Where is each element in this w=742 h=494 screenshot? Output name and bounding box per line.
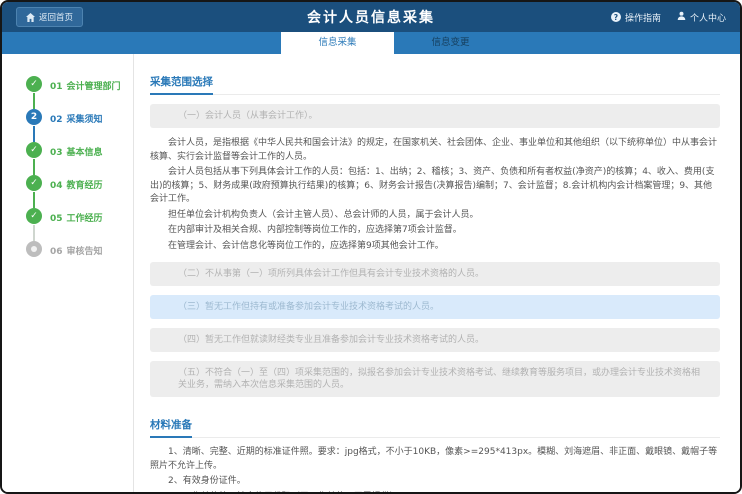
materials-section: 材料准备 1、清晰、完整、近期的标准证件照。要求：jpg格式，不小于10KB，像… bbox=[150, 413, 720, 492]
step-number: 02 bbox=[50, 115, 63, 125]
scope-paragraph: 担任单位会计机构负责人（会计主管人员）、总会计师的人员，属于会计人员。 bbox=[150, 209, 720, 223]
user-icon bbox=[677, 11, 686, 23]
scope-paragraph: 会计人员包括从事下列具体会计工作的人员：包括：1、出纳；2、稽核；3、资产、负债… bbox=[150, 166, 720, 207]
step-label: 审核告知 bbox=[67, 247, 103, 257]
scope-section-title: 采集范围选择 bbox=[150, 74, 213, 95]
main-panel: 采集范围选择 （一）会计人员（从事会计工作）。 会计人员，是指根据《中华人民共和… bbox=[134, 54, 740, 492]
section-divider bbox=[150, 94, 720, 95]
scope-option-4[interactable]: （四）暂无工作但就读财经类专业且准备参加会计专业技术资格考试的人员。 bbox=[150, 328, 720, 352]
top-header-bar: 返回首页 会计人员信息采集 ? 操作指南 个人中心 bbox=[2, 2, 740, 32]
question-circle-icon: ? bbox=[611, 12, 621, 22]
pending-circle-icon bbox=[26, 241, 42, 257]
guide-link-label: 操作指南 bbox=[625, 11, 661, 24]
step-number: 01 bbox=[50, 82, 63, 92]
check-icon: ✓ bbox=[26, 208, 42, 224]
page-title: 会计人员信息采集 bbox=[307, 7, 435, 27]
step-label: 基本信息 bbox=[67, 148, 103, 158]
step-number: 05 bbox=[50, 214, 63, 224]
step-number: 03 bbox=[50, 148, 63, 158]
user-center-label: 个人中心 bbox=[690, 11, 726, 24]
scope-paragraph: 在内部审计及相关合规、内部控制等岗位工作的，应选择第7项会计监督。 bbox=[150, 224, 720, 238]
tab-info-change[interactable]: 信息变更 bbox=[394, 32, 507, 54]
step-label: 教育经历 bbox=[67, 181, 103, 191]
content-area: ✓ 01 会计管理部门 2 02 采集须知 ✓ 03 基本信息 ✓ 04 教育经历 ✓ … bbox=[2, 54, 740, 492]
material-item: 2、有效身份证件。 bbox=[150, 475, 720, 489]
step-02-collection-notice[interactable]: 2 02 采集须知 bbox=[2, 109, 133, 142]
step-number: 06 bbox=[50, 247, 63, 257]
material-item: 3、工作单位统一社会信用代码（无工作单位、无需提供）。 bbox=[150, 491, 720, 493]
top-links: ? 操作指南 个人中心 bbox=[611, 11, 726, 24]
scope-option-5[interactable]: （五）不符合（一）至（四）项采集范围的，拟报名参加会计专业技术资格考试、继续教育… bbox=[150, 361, 720, 397]
check-icon: ✓ bbox=[26, 76, 42, 92]
home-icon bbox=[26, 13, 35, 22]
scope-option-3[interactable]: （三）暂无工作但持有或准备参加会计专业技术资格考试的人员。 bbox=[150, 295, 720, 319]
scope-paragraph: 会计人员，是指根据《中华人民共和国会计法》的规定，在国家机关、社会团体、企业、事… bbox=[150, 137, 720, 164]
materials-section-title: 材料准备 bbox=[150, 417, 192, 438]
user-center-link[interactable]: 个人中心 bbox=[677, 11, 726, 24]
scope-option-2[interactable]: （二）不从事第（一）项所列具体会计工作但具有会计专业技术资格的人员。 bbox=[150, 262, 720, 286]
step-number: 04 bbox=[50, 181, 63, 191]
scope-option-1[interactable]: （一）会计人员（从事会计工作）。 bbox=[150, 104, 720, 128]
step-sidebar: ✓ 01 会计管理部门 2 02 采集须知 ✓ 03 基本信息 ✓ 04 教育经历 ✓ … bbox=[2, 54, 134, 492]
material-item: 1、清晰、完整、近期的标准证件照。要求：jpg格式，不小于10KB，像素>=29… bbox=[150, 446, 720, 473]
step-06-review-notice[interactable]: 06 审核告知 bbox=[2, 241, 133, 274]
step-label: 工作经历 bbox=[67, 214, 103, 224]
scope-paragraph: 在管理会计、会计信息化等岗位工作的，应选择第9项其他会计工作。 bbox=[150, 240, 720, 254]
tabs: 信息采集 信息变更 bbox=[281, 32, 507, 54]
step-label: 会计管理部门 bbox=[67, 82, 121, 92]
step-01-accounting-dept[interactable]: ✓ 01 会计管理部门 bbox=[2, 76, 133, 109]
guide-link[interactable]: ? 操作指南 bbox=[611, 11, 661, 24]
step-number-icon: 2 bbox=[26, 109, 42, 125]
step-label: 采集须知 bbox=[67, 115, 103, 125]
home-button-label: 返回首页 bbox=[39, 11, 73, 23]
check-icon: ✓ bbox=[26, 142, 42, 158]
home-button[interactable]: 返回首页 bbox=[16, 7, 83, 27]
step-03-basic-info[interactable]: ✓ 03 基本信息 bbox=[2, 142, 133, 175]
step-05-work-history[interactable]: ✓ 05 工作经历 bbox=[2, 208, 133, 241]
tab-info-collection[interactable]: 信息采集 bbox=[281, 32, 394, 54]
app-window: 返回首页 会计人员信息采集 ? 操作指南 个人中心 信息采集 信息变更 bbox=[0, 0, 742, 494]
tab-bar: 信息采集 信息变更 bbox=[2, 32, 740, 54]
section-divider bbox=[150, 437, 720, 438]
check-icon: ✓ bbox=[26, 175, 42, 191]
step-04-education-history[interactable]: ✓ 04 教育经历 bbox=[2, 175, 133, 208]
